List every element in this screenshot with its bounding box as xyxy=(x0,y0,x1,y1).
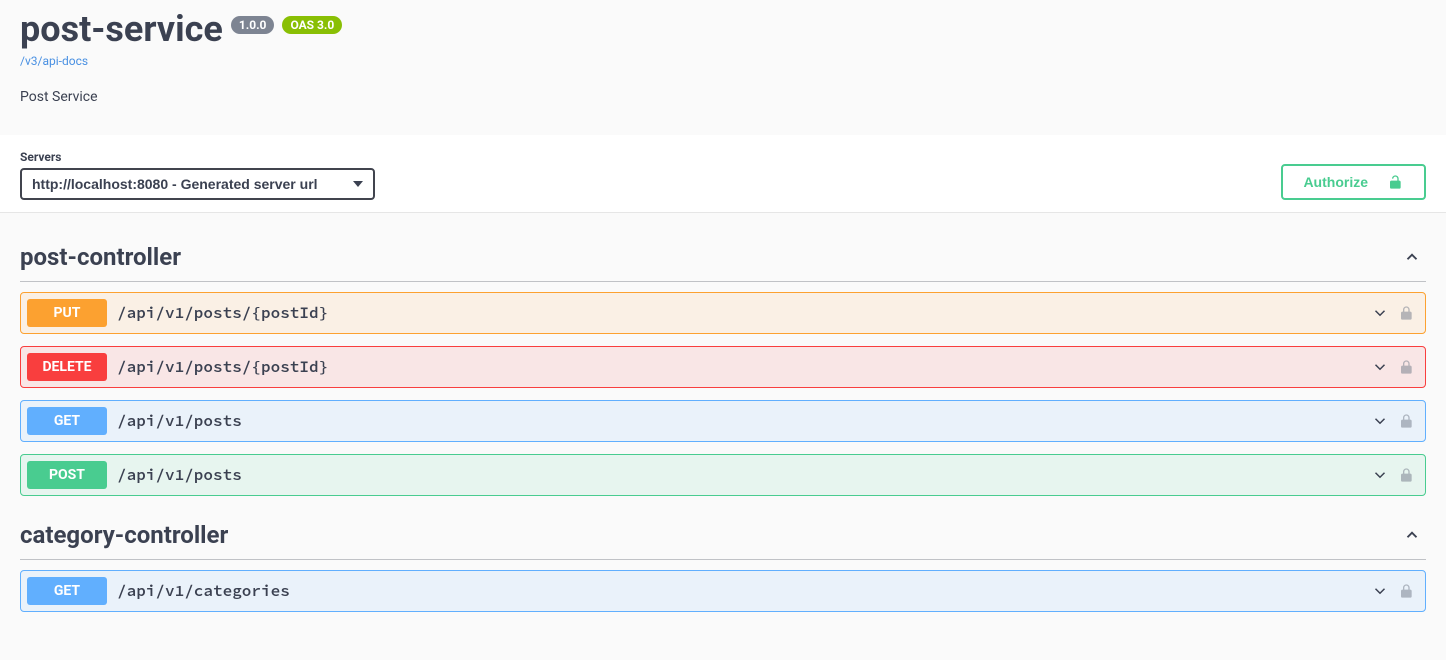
lock-icon[interactable] xyxy=(1399,466,1415,484)
info-header: post-service 1.0.0 OAS 3.0 /v3/api-docs … xyxy=(0,0,1446,135)
op-path: /api/v1/posts/{postId} xyxy=(107,357,1371,377)
version-badge: 1.0.0 xyxy=(231,16,275,34)
op-path: /api/v1/posts xyxy=(107,465,1371,485)
method-badge: DELETE xyxy=(27,353,107,381)
method-badge: POST xyxy=(27,461,107,489)
authorize-label: Authorize xyxy=(1303,174,1368,190)
docs-link[interactable]: /v3/api-docs xyxy=(20,54,88,68)
lock-icon[interactable] xyxy=(1399,304,1415,322)
tag-header[interactable]: post-controller xyxy=(20,233,1426,282)
server-select[interactable]: http://localhost:8080 - Generated server… xyxy=(20,168,375,200)
tag-header[interactable]: category-controller xyxy=(20,511,1426,560)
op-path: /api/v1/posts xyxy=(107,411,1371,431)
tag-title: category-controller xyxy=(20,521,228,549)
chevron-down-icon xyxy=(1371,304,1389,322)
chevron-up-icon xyxy=(1403,526,1421,544)
method-badge: PUT xyxy=(27,299,107,327)
chevron-down-icon xyxy=(1371,412,1389,430)
chevron-up-icon xyxy=(1403,248,1421,266)
op-get-categories[interactable]: GET /api/v1/categories xyxy=(20,570,1426,612)
tag-category-controller: category-controller GET /api/v1/categori… xyxy=(20,511,1426,612)
lock-icon[interactable] xyxy=(1399,582,1415,600)
method-badge: GET xyxy=(27,407,107,435)
authorize-button[interactable]: Authorize xyxy=(1281,164,1426,200)
method-badge: GET xyxy=(27,577,107,605)
api-description: Post Service xyxy=(20,89,1426,105)
op-get-posts[interactable]: GET /api/v1/posts xyxy=(20,400,1426,442)
lock-icon[interactable] xyxy=(1399,358,1415,376)
op-path: /api/v1/categories xyxy=(107,581,1371,601)
tag-title: post-controller xyxy=(20,243,181,271)
unlock-icon xyxy=(1388,173,1404,191)
tag-post-controller: post-controller PUT /api/v1/posts/{postI… xyxy=(20,233,1426,496)
op-put-posts-postid[interactable]: PUT /api/v1/posts/{postId} xyxy=(20,292,1426,334)
op-post-posts[interactable]: POST /api/v1/posts xyxy=(20,454,1426,496)
oas-badge: OAS 3.0 xyxy=(282,16,342,34)
api-title: post-service xyxy=(20,8,223,50)
lock-icon[interactable] xyxy=(1399,412,1415,430)
servers-bar: Servers http://localhost:8080 - Generate… xyxy=(0,135,1446,212)
op-delete-posts-postid[interactable]: DELETE /api/v1/posts/{postId} xyxy=(20,346,1426,388)
chevron-down-icon xyxy=(1371,582,1389,600)
servers-label: Servers xyxy=(20,150,375,164)
operations-wrapper: post-controller PUT /api/v1/posts/{postI… xyxy=(0,212,1446,647)
op-path: /api/v1/posts/{postId} xyxy=(107,303,1371,323)
chevron-down-icon xyxy=(1371,358,1389,376)
chevron-down-icon xyxy=(1371,466,1389,484)
